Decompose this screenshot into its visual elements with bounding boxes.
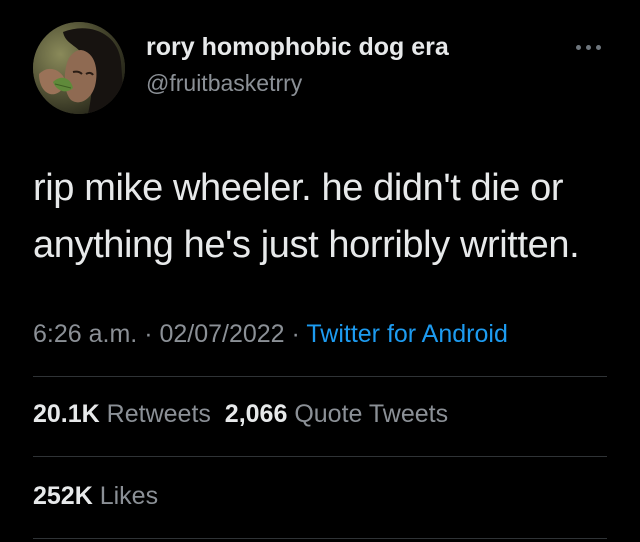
quote-tweets-count: 2,066 [224,400,288,428]
meta-separator: · [291,320,300,348]
quote-tweets-label: Quote Tweets [294,400,449,428]
divider [33,456,607,457]
quote-tweets-stat[interactable]: 2,066 Quote Tweets [225,400,448,428]
retweets-label: Retweets [106,400,211,428]
engagement-stats: 20.1K Retweets 2,066 Quote Tweets [33,400,448,429]
dot [595,44,601,50]
retweets-stat[interactable]: 20.1K Retweets [33,400,211,428]
divider [33,538,607,539]
tweet-time[interactable]: 6:26 a.m. [33,320,137,348]
display-name[interactable]: rory homophobic dog era [146,33,449,62]
dot [585,44,591,50]
tweet-date[interactable]: 02/07/2022 [159,320,284,348]
dot [575,44,581,50]
tweet-text: rip mike wheeler. he didn't die or anyth… [33,160,623,274]
user-handle[interactable]: @fruitbasketrry [146,70,302,97]
divider [33,376,607,377]
meta-separator: · [144,320,153,348]
retweets-count: 20.1K [33,400,100,428]
more-options-icon[interactable] [568,36,608,58]
avatar[interactable] [33,22,125,114]
likes-stats: 252K Likes [33,482,158,511]
profile-photo-image [33,22,125,114]
tweet-source-link[interactable]: Twitter for Android [306,320,507,348]
likes-stat[interactable]: 252K Likes [33,482,158,510]
tweet-meta: 6:26 a.m. · 02/07/2022 · Twitter for And… [33,320,508,349]
tweet-text-line: anything he's just horribly written. [33,224,580,266]
likes-label: Likes [99,482,159,510]
likes-count: 252K [33,482,93,510]
tweet-text-line: rip mike wheeler. he didn't die or [33,167,564,209]
